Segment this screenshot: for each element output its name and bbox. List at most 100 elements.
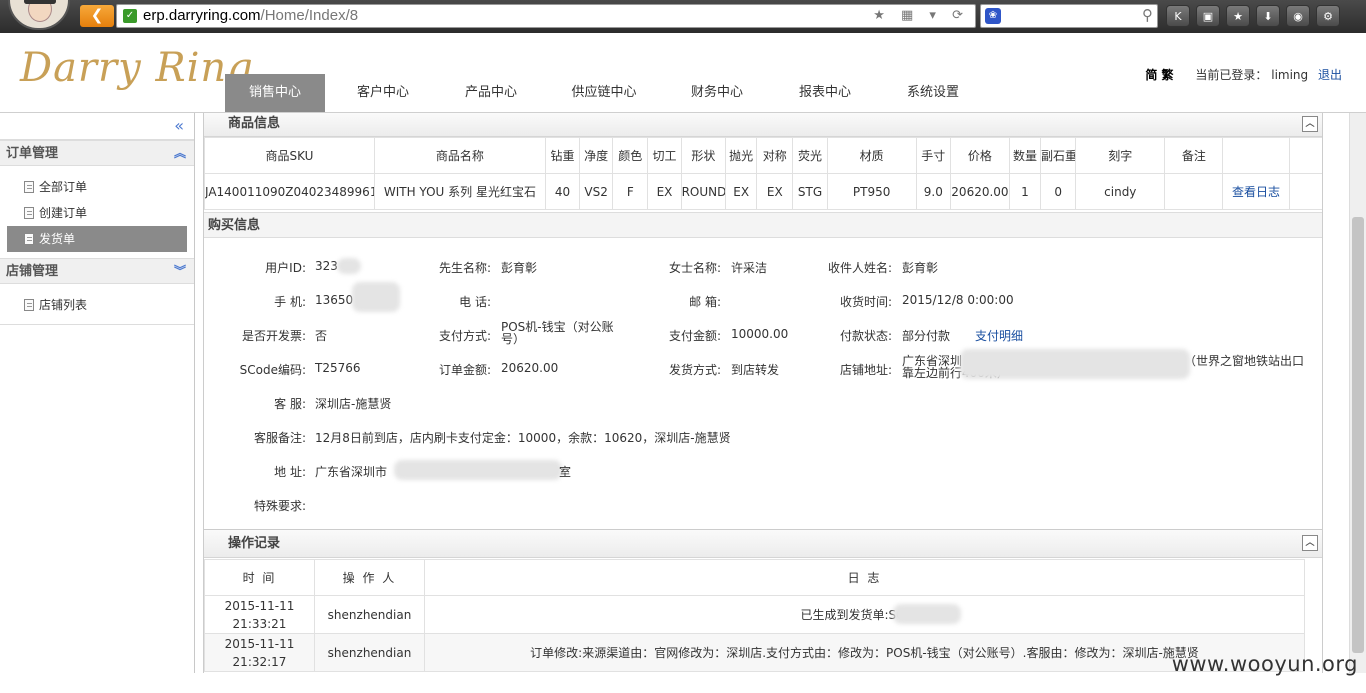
column-header: 抛光 bbox=[725, 137, 758, 174]
search-icon[interactable]: ⚲ bbox=[1142, 6, 1153, 24]
pay-method-label: 支付方式: bbox=[438, 329, 491, 343]
cell-operator: shenzhendian bbox=[314, 595, 425, 634]
url-path: /Home/Index/8 bbox=[260, 7, 359, 24]
document-icon bbox=[24, 181, 34, 193]
nav-sales-center[interactable]: 销售中心 bbox=[225, 74, 325, 112]
cell-color: F bbox=[612, 173, 649, 210]
url-domain: erp.darryring.com bbox=[143, 7, 261, 24]
cell-time: 2015-11-11 21:32:17 bbox=[204, 633, 315, 672]
document-icon bbox=[24, 207, 34, 219]
group-title: 店铺管理 bbox=[6, 264, 59, 279]
order-amount-value: 20620.00 bbox=[501, 361, 559, 375]
column-header-empty bbox=[1288, 137, 1322, 174]
table-row: JA140011090Z04023489961 WITH YOU 系列 星光红宝… bbox=[204, 173, 1322, 210]
sidebar-group-order-management[interactable]: 订单管理 ︽ bbox=[0, 140, 194, 166]
column-header: 手寸 bbox=[915, 137, 951, 174]
chevron-down-icon[interactable]: ︾ bbox=[174, 259, 186, 284]
table-header-row: 商品SKU 商品名称 钻重 净度 颜色 切工 形状 抛光 对称 荧光 材质 手寸… bbox=[204, 137, 1322, 174]
service-note-label: 客服备注: bbox=[253, 431, 306, 445]
sidebar-item-all-orders[interactable]: 全部订单 bbox=[7, 174, 187, 200]
column-header: 副石重 bbox=[1040, 137, 1077, 174]
shop-address-label: 店铺地址: bbox=[839, 363, 892, 377]
cell-sku: JA140011090Z04023489961 bbox=[204, 173, 375, 210]
favorites-button[interactable]: ★ bbox=[1226, 5, 1250, 27]
user-id-value: 323 bbox=[315, 259, 338, 273]
shop-address-line2: （世界之窗地铁站出口 bbox=[1184, 354, 1305, 368]
cell-symmetry: EX bbox=[756, 173, 794, 210]
ms-name-label: 女士名称: bbox=[668, 261, 721, 275]
sidebar-item-shop-list[interactable]: 店铺列表 bbox=[7, 292, 187, 318]
ship-method-value: 到店转发 bbox=[731, 363, 780, 377]
nav-finance-center[interactable]: 财务中心 bbox=[667, 74, 767, 112]
address-bar[interactable]: ✓ erp.darryring.com/Home/Index/8 ★ ▦ ▾ ⟳ bbox=[116, 4, 976, 28]
profile-avatar[interactable] bbox=[8, 0, 70, 30]
time-text: 21:33:21 bbox=[232, 616, 287, 631]
nav-report-center[interactable]: 报表中心 bbox=[775, 74, 875, 112]
phone-value: 13650 bbox=[315, 293, 354, 307]
column-header: 备注 bbox=[1164, 137, 1224, 174]
download-button[interactable]: ⬇ bbox=[1256, 5, 1280, 27]
username: liming bbox=[1271, 68, 1309, 82]
document-icon bbox=[24, 233, 34, 245]
group-title: 订单管理 bbox=[6, 146, 59, 161]
k-extension-button[interactable]: K bbox=[1166, 5, 1190, 27]
redacted-blur bbox=[352, 282, 400, 312]
mr-name-value: 彭育彰 bbox=[501, 261, 538, 275]
nav-supply-chain-center[interactable]: 供应链中心 bbox=[549, 74, 659, 112]
column-header: 商品名称 bbox=[373, 137, 546, 174]
receiver-value: 彭育彰 bbox=[902, 261, 939, 275]
column-header: 数量 bbox=[1008, 137, 1042, 174]
ship-method-label: 发货方式: bbox=[668, 363, 721, 377]
sidebar-collapse-icon[interactable]: « bbox=[0, 113, 194, 140]
cell-fluorescence: STG bbox=[792, 173, 828, 210]
cell-empty bbox=[1288, 173, 1322, 210]
cell-remark bbox=[1164, 173, 1224, 210]
collapse-toggle-icon[interactable]: ︿ bbox=[1302, 116, 1318, 132]
receive-time-value: 2015/12/8 0:00:00 bbox=[902, 293, 1014, 307]
pay-status-label: 付款状态: bbox=[839, 329, 892, 343]
sidebar-item-label: 全部订单 bbox=[39, 180, 88, 194]
goods-table: 商品SKU 商品名称 钻重 净度 颜色 切工 形状 抛光 对称 荧光 材质 手寸… bbox=[204, 137, 1322, 210]
section-title: 操作记录 bbox=[228, 536, 281, 551]
cell-quantity: 1 bbox=[1008, 173, 1042, 210]
purchase-info: 用户ID: 323 先生名称: 彭育彰 女士名称: 许采洁 收件人姓名: 彭育彰… bbox=[204, 238, 1322, 530]
scode-label: SCode编码: bbox=[239, 363, 306, 377]
nav-customer-center[interactable]: 客户中心 bbox=[333, 74, 433, 112]
scrollbar-thumb[interactable] bbox=[1352, 217, 1364, 653]
ms-name-value: 许采洁 bbox=[731, 261, 768, 275]
address-suffix: 室 bbox=[559, 465, 572, 479]
time-text: 21:32:17 bbox=[232, 654, 287, 669]
receiver-label: 收件人姓名: bbox=[827, 261, 892, 275]
view-log-link[interactable]: 查看日志 bbox=[1232, 185, 1280, 199]
search-engine-paw-icon[interactable]: ❀ bbox=[985, 8, 1001, 24]
language-switch[interactable]: 简 繁 bbox=[1145, 68, 1173, 82]
column-header: 价格 bbox=[949, 137, 1010, 174]
section-title: 商品信息 bbox=[228, 116, 281, 131]
redacted-blur bbox=[960, 349, 1190, 379]
chevron-up-icon[interactable]: ︽ bbox=[174, 141, 186, 166]
logout-link[interactable]: 退出 bbox=[1318, 68, 1342, 82]
page-scrollbar[interactable] bbox=[1349, 113, 1366, 673]
payment-detail-link[interactable]: 支付明细 bbox=[975, 327, 1023, 344]
collapse-toggle-icon[interactable]: ︿ bbox=[1302, 535, 1318, 551]
address-tools[interactable]: ★ ▦ ▾ ⟳ bbox=[873, 8, 969, 23]
sidebar-group-shop-management[interactable]: 店铺管理 ︾ bbox=[0, 258, 194, 284]
cell-cut: EX bbox=[647, 173, 682, 210]
table-row: 2015-11-11 21:33:21 shenzhendian 已生成到发货单:… bbox=[204, 595, 1305, 634]
column-header: 对称 bbox=[756, 137, 794, 174]
sidebar-item-delivery-note[interactable]: 发货单 bbox=[7, 226, 187, 252]
back-button[interactable]: ❮ bbox=[80, 5, 114, 27]
darry-ring-logo[interactable]: Darry Ring bbox=[20, 45, 254, 91]
lock-button[interactable]: ▣ bbox=[1196, 5, 1220, 27]
nav-product-center[interactable]: 产品中心 bbox=[441, 74, 541, 112]
menu-button[interactable]: ⚙ bbox=[1316, 5, 1340, 27]
redacted-blur bbox=[337, 258, 361, 274]
invoice-value: 否 bbox=[315, 329, 328, 343]
browser-search-box[interactable]: ❀ ⚲ bbox=[980, 4, 1158, 28]
user-bar: 简 繁 当前已登录： liming 退出 bbox=[1145, 66, 1342, 83]
main-panel: 商品信息 ︿ 商品SKU 商品名称 钻重 净度 颜色 切工 形状 抛光 对称 荧… bbox=[203, 113, 1323, 673]
date-text: 2015-11-11 bbox=[224, 636, 295, 651]
gamepad-button[interactable]: ◉ bbox=[1286, 5, 1310, 27]
nav-system-settings[interactable]: 系统设置 bbox=[883, 74, 983, 112]
sidebar-item-create-order[interactable]: 创建订单 bbox=[7, 200, 187, 226]
